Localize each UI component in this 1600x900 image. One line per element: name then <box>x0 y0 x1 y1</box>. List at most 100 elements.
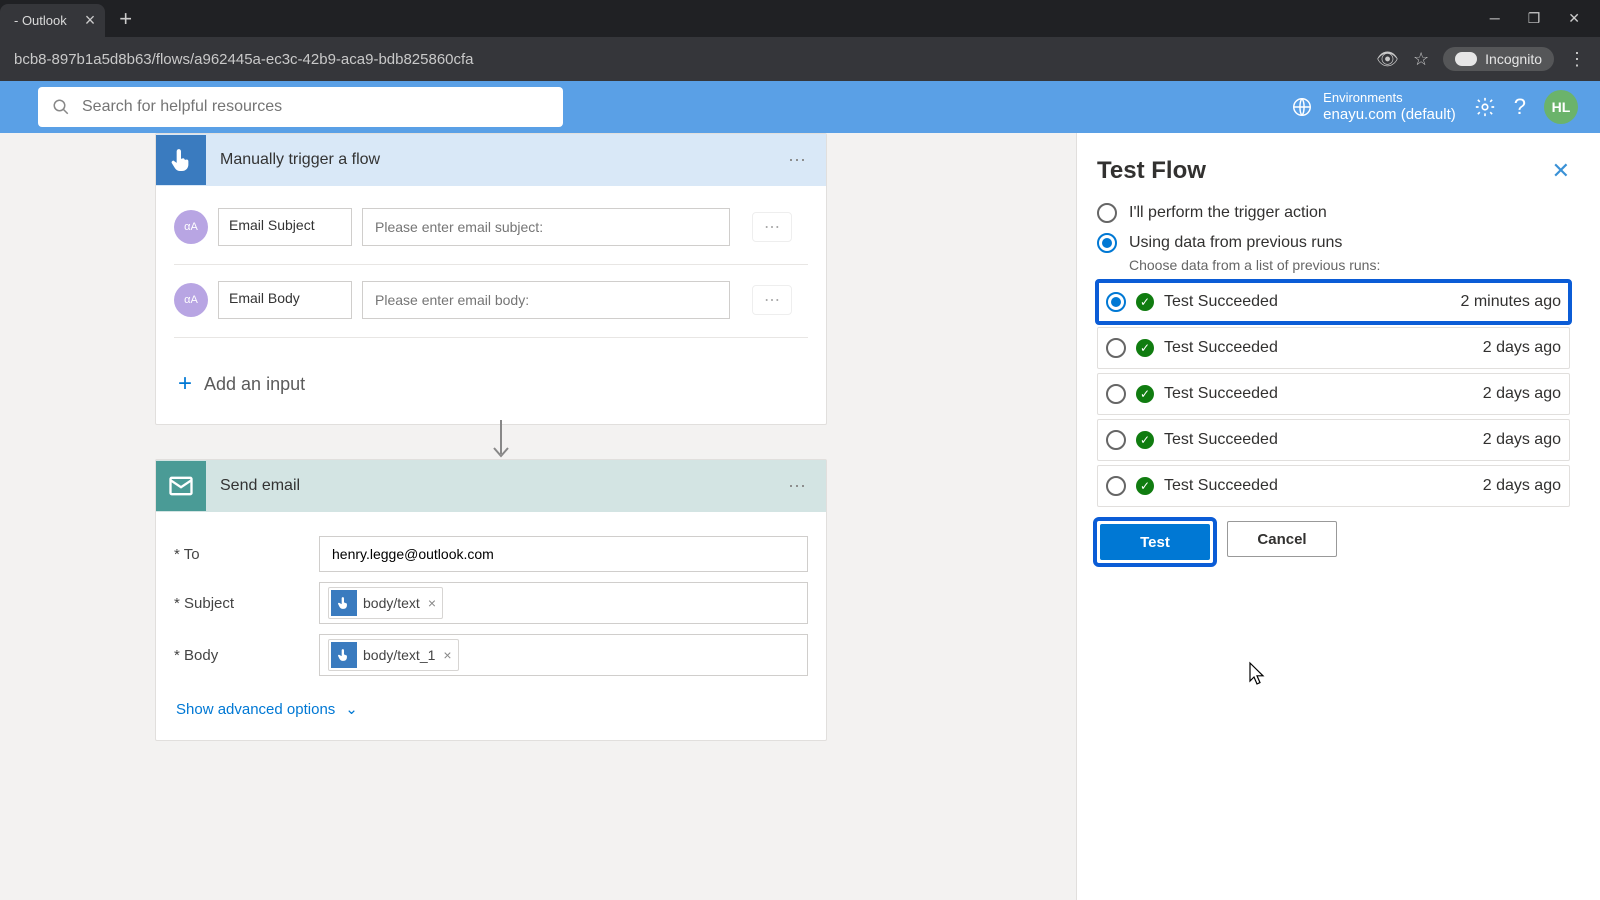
run-item[interactable]: ✓ Test Succeeded 2 minutes ago <box>1097 281 1570 323</box>
subject-token-remove[interactable]: × <box>428 595 436 611</box>
run-label: Test Succeeded <box>1164 385 1278 403</box>
check-icon: ✓ <box>1136 431 1154 449</box>
action-title: Send email <box>206 477 788 495</box>
help-icon[interactable]: ? <box>1514 94 1526 120</box>
body-token-remove[interactable]: × <box>443 647 451 663</box>
plus-icon: + <box>178 370 192 398</box>
incognito-badge: Incognito <box>1443 47 1554 71</box>
run-radio[interactable] <box>1106 430 1126 450</box>
to-input[interactable] <box>319 536 808 572</box>
text-param-icon: αA <box>174 210 208 244</box>
url-text: bcb8-897b1a5d8b63/flows/a962445a-ec3c-42… <box>14 51 474 68</box>
subject-token-text: body/text <box>363 595 420 611</box>
param-label[interactable]: Email Subject <box>218 208 352 246</box>
run-radio[interactable] <box>1106 338 1126 358</box>
choose-hint: Choose data from a list of previous runs… <box>1129 257 1570 273</box>
trigger-card-header[interactable]: Manually trigger a flow ⋯ <box>156 134 826 186</box>
radio-manual[interactable] <box>1097 203 1117 223</box>
panel-title: Test Flow <box>1097 157 1206 185</box>
environment-picker[interactable]: Environments enayu.com (default) <box>1291 90 1456 125</box>
body-token-text: body/text_1 <box>363 647 435 663</box>
param-input[interactable] <box>362 281 730 319</box>
run-time: 2 minutes ago <box>1460 293 1561 311</box>
browser-tab-strip: - Outlook × + ─ ❐ ✕ <box>0 0 1600 37</box>
trigger-title: Manually trigger a flow <box>206 151 788 169</box>
param-menu-icon[interactable]: ⋯ <box>752 212 792 242</box>
dynamic-content-icon <box>331 590 357 616</box>
chevron-down-icon: ⌄ <box>345 700 358 718</box>
globe-icon <box>1291 96 1313 118</box>
tracking-icon[interactable]: 👁 <box>1376 49 1399 70</box>
subject-token[interactable]: body/text × <box>328 587 443 619</box>
option-manual-label: I'll perform the trigger action <box>1129 204 1327 222</box>
run-item[interactable]: ✓ Test Succeeded 2 days ago <box>1097 327 1570 369</box>
touch-icon <box>156 135 206 185</box>
test-button[interactable]: Test <box>1100 524 1210 560</box>
param-menu-icon[interactable]: ⋯ <box>752 285 792 315</box>
show-advanced-link[interactable]: Show advanced options ⌄ <box>174 686 808 722</box>
action-card-header[interactable]: Send email ⋯ <box>156 460 826 512</box>
action-menu-icon[interactable]: ⋯ <box>788 476 826 497</box>
option-previous-label: Using data from previous runs <box>1129 234 1342 252</box>
mail-icon <box>156 461 206 511</box>
run-item[interactable]: ✓ Test Succeeded 2 days ago <box>1097 419 1570 461</box>
body-token[interactable]: body/text_1 × <box>328 639 459 671</box>
cursor-icon <box>1246 661 1268 687</box>
close-window-icon[interactable]: ✕ <box>1568 10 1580 27</box>
trigger-card: Manually trigger a flow ⋯ αA Email Subje… <box>155 133 827 425</box>
trigger-menu-icon[interactable]: ⋯ <box>788 150 826 171</box>
run-time: 2 days ago <box>1483 385 1561 403</box>
body-input[interactable]: body/text_1 × <box>319 634 808 676</box>
panel-close-icon[interactable]: ✕ <box>1552 158 1570 184</box>
environment-label: Environments <box>1323 90 1456 106</box>
test-button-highlight: Test <box>1097 521 1213 563</box>
address-bar[interactable]: bcb8-897b1a5d8b63/flows/a962445a-ec3c-42… <box>0 37 1600 81</box>
add-input-label: Add an input <box>204 374 305 395</box>
to-label: * To <box>174 546 319 563</box>
arrow-down-icon <box>490 418 512 462</box>
new-tab-button[interactable]: + <box>119 6 132 32</box>
run-time: 2 days ago <box>1483 431 1561 449</box>
add-input-button[interactable]: + Add an input <box>174 354 808 406</box>
divider <box>174 264 808 265</box>
run-radio[interactable] <box>1106 476 1126 496</box>
radio-previous[interactable] <box>1097 233 1117 253</box>
maximize-icon[interactable]: ❐ <box>1528 10 1541 27</box>
search-box[interactable] <box>38 87 563 127</box>
subject-label: * Subject <box>174 595 319 612</box>
minimize-icon[interactable]: ─ <box>1490 10 1500 27</box>
browser-menu-icon[interactable]: ⋮ <box>1568 49 1586 70</box>
option-previous[interactable]: Using data from previous runs <box>1097 233 1570 253</box>
subject-input[interactable]: body/text × <box>319 582 808 624</box>
check-icon: ✓ <box>1136 385 1154 403</box>
gear-icon[interactable] <box>1474 96 1496 118</box>
param-input[interactable] <box>362 208 730 246</box>
search-input[interactable] <box>82 98 549 116</box>
tab-close-icon[interactable]: × <box>85 10 96 31</box>
text-param-icon: αA <box>174 283 208 317</box>
dynamic-content-icon <box>331 642 357 668</box>
param-label[interactable]: Email Body <box>218 281 352 319</box>
body-label: * Body <box>174 647 319 664</box>
bookmark-star-icon[interactable]: ☆ <box>1413 49 1429 70</box>
show-advanced-text: Show advanced options <box>176 701 335 718</box>
check-icon: ✓ <box>1136 293 1154 311</box>
run-radio[interactable] <box>1106 384 1126 404</box>
run-label: Test Succeeded <box>1164 477 1278 495</box>
to-value[interactable] <box>328 542 799 566</box>
cancel-button[interactable]: Cancel <box>1227 521 1337 557</box>
run-time: 2 days ago <box>1483 339 1561 357</box>
avatar[interactable]: HL <box>1544 90 1578 124</box>
run-label: Test Succeeded <box>1164 339 1278 357</box>
run-item[interactable]: ✓ Test Succeeded 2 days ago <box>1097 465 1570 507</box>
run-radio[interactable] <box>1106 292 1126 312</box>
tab-title: - Outlook <box>14 13 67 28</box>
run-item[interactable]: ✓ Test Succeeded 2 days ago <box>1097 373 1570 415</box>
search-icon <box>52 98 70 116</box>
incognito-label: Incognito <box>1485 51 1542 67</box>
action-card: Send email ⋯ * To * Subject body/text × <box>155 459 827 741</box>
option-manual[interactable]: I'll perform the trigger action <box>1097 203 1570 223</box>
window-controls: ─ ❐ ✕ <box>1490 10 1600 27</box>
browser-tab[interactable]: - Outlook × <box>0 4 105 37</box>
environment-name: enayu.com (default) <box>1323 106 1456 125</box>
